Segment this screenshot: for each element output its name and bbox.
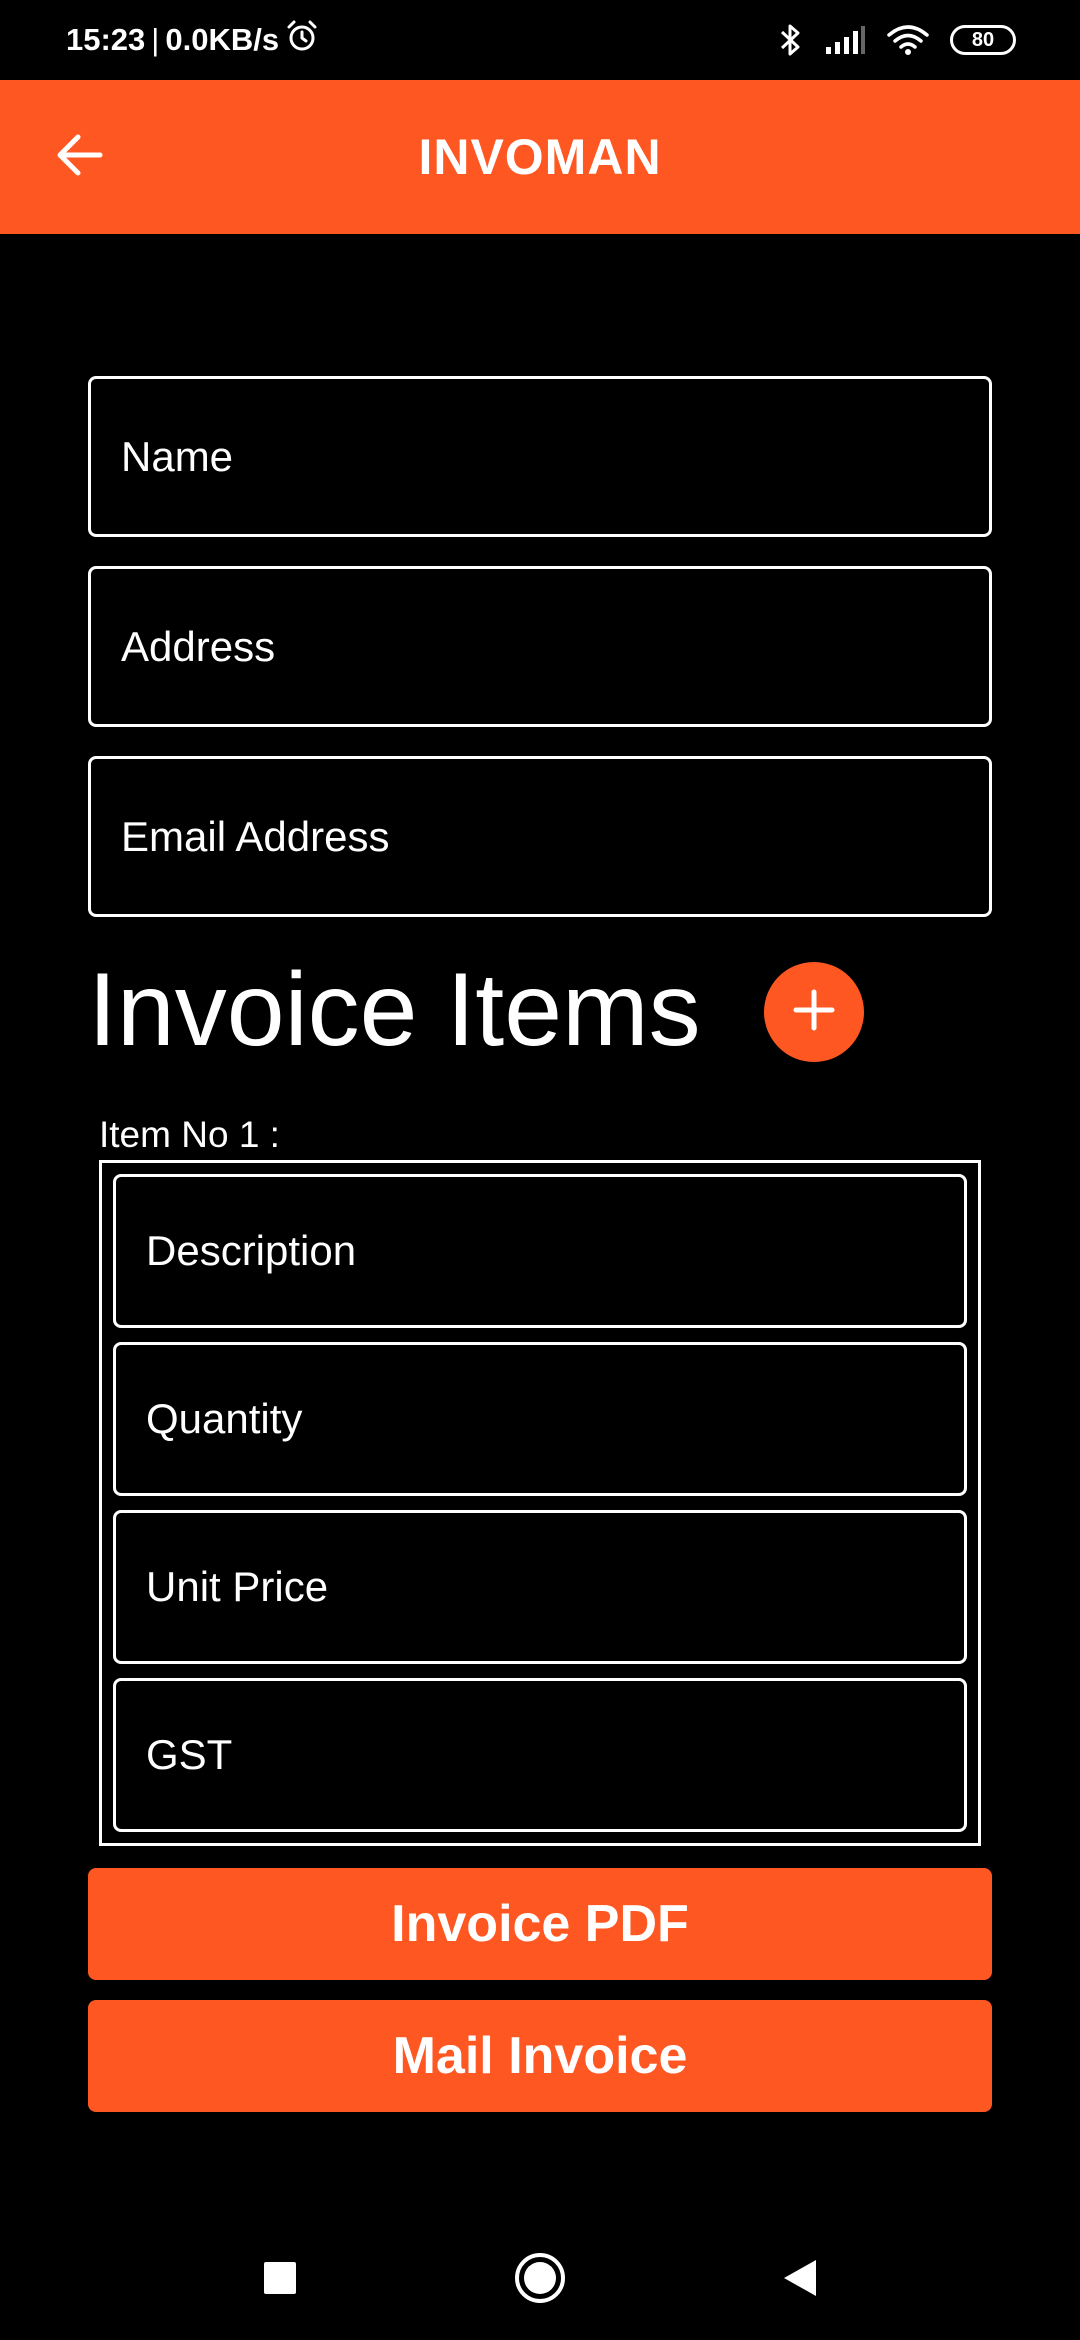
status-time: 15:23 — [66, 22, 146, 57]
back-triangle-icon — [782, 2258, 818, 2303]
gst-input[interactable] — [146, 1731, 964, 1779]
battery-icon: 80 — [950, 25, 1016, 55]
wifi-icon — [886, 24, 930, 56]
status-bar: 15:23 | 0.0KB/s 80 — [0, 0, 1080, 80]
status-network-speed: 0.0KB/s — [165, 22, 280, 57]
bluetooth-icon — [778, 23, 804, 57]
name-field[interactable] — [88, 376, 992, 537]
invoice-screen: 15:23 | 0.0KB/s 80 INVOMAN Name Address … — [0, 0, 1080, 2340]
status-left: 15:23 | 0.0KB/s — [66, 19, 319, 61]
unit-price-field[interactable] — [113, 1510, 967, 1664]
address-input[interactable] — [121, 622, 989, 671]
system-nav-bar — [0, 2220, 1080, 2340]
email-input[interactable] — [121, 812, 989, 861]
item-label: Item No 1 : — [99, 1114, 280, 1155]
battery-level: 80 — [971, 28, 995, 51]
mail-invoice-button[interactable]: Mail Invoice — [88, 2000, 992, 2112]
invoice-items-title: Invoice Items — [88, 952, 701, 1068]
email-field[interactable] — [88, 756, 992, 917]
recents-button[interactable] — [240, 2240, 320, 2320]
plus-icon — [792, 988, 836, 1037]
invoice-pdf-button[interactable]: Invoice PDF — [88, 1868, 992, 1980]
description-field[interactable] — [113, 1174, 967, 1328]
app-bar: INVOMAN — [0, 80, 1080, 234]
nav-back-button[interactable] — [760, 2240, 840, 2320]
gst-field[interactable] — [113, 1678, 967, 1832]
alarm-icon — [285, 19, 319, 61]
arrow-left-icon — [54, 133, 104, 182]
app-title: INVOMAN — [418, 129, 662, 185]
recents-square-icon — [263, 2261, 297, 2300]
status-right: 80 — [778, 23, 1016, 57]
home-button[interactable] — [500, 2240, 580, 2320]
signal-icon — [824, 25, 866, 55]
description-input[interactable] — [146, 1227, 964, 1275]
add-item-button[interactable] — [764, 962, 864, 1062]
name-input[interactable] — [121, 432, 989, 481]
back-button[interactable] — [40, 118, 118, 196]
status-separator: | — [151, 22, 160, 57]
quantity-field[interactable] — [113, 1342, 967, 1496]
address-field[interactable] — [88, 566, 992, 727]
home-circle-icon — [514, 2252, 566, 2309]
quantity-input[interactable] — [146, 1395, 964, 1443]
unit-price-input[interactable] — [146, 1563, 964, 1611]
